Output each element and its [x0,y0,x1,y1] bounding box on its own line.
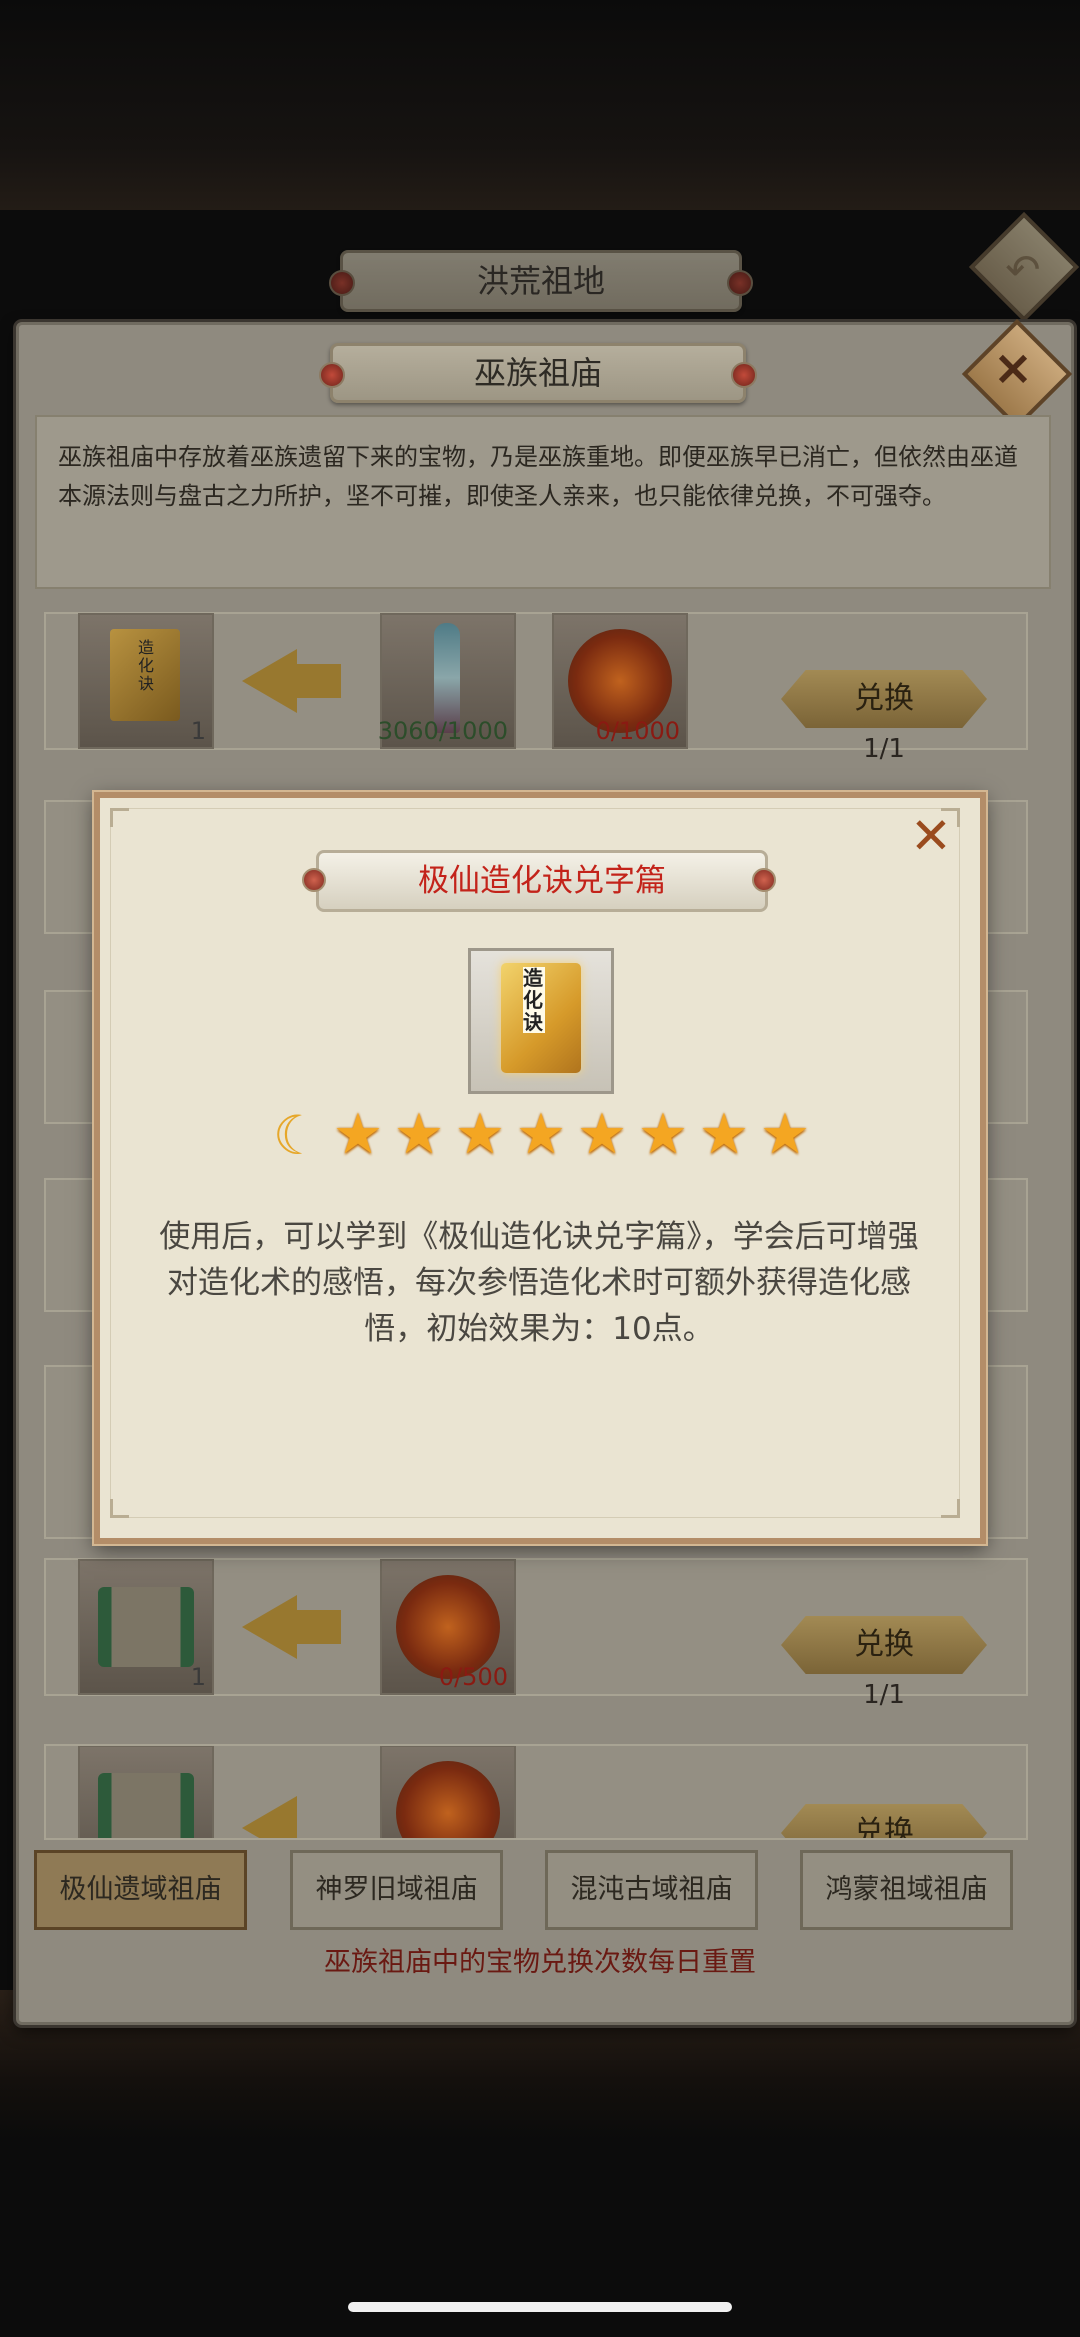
reward-slot[interactable] [78,1746,214,1838]
moon-icon: ☾ [272,1104,322,1167]
exchange-row: 造化诀 1 3060/1000 0/1000 兑换 1/1 [44,612,1028,764]
cost-slot[interactable]: 3060/1000 [377,613,516,749]
tab-jixian[interactable]: 极仙遗域祖庙 [34,1850,247,1930]
star-icon: ★ [759,1102,811,1167]
fire-emblem-icon [396,1761,500,1838]
footer-note: 巫族祖庙中的宝物兑换次数每日重置 [324,1947,756,1978]
star-icon: ★ [332,1102,384,1167]
home-indicator[interactable] [348,2302,732,2312]
item-icon-frame: 造化诀 [468,948,614,1094]
reward-slot[interactable]: 1 [78,1559,214,1695]
tab-hundun[interactable]: 混沌古域祖庙 [545,1850,758,1930]
outer-header-plaque: 洪荒祖地 [329,250,753,312]
scroll-icon [98,1773,194,1838]
book-label: 造化诀 [523,966,545,1034]
reward-qty: 1 [190,717,206,745]
cost-slot[interactable]: 0/1000 [552,613,688,749]
exchange-arrow-icon [242,1595,297,1659]
cost-qty: 0/1000 [595,717,680,745]
tab-shenluo[interactable]: 神罗旧域祖庙 [290,1850,503,1930]
star-icon: ★ [698,1102,750,1167]
star-icon: ★ [454,1102,506,1167]
star-icon: ★ [393,1102,445,1167]
exchange-button[interactable]: 兑换 [781,1804,987,1838]
outer-header-title: 洪荒祖地 [476,262,605,300]
panel-description: 巫族祖庙中存放着巫族遗留下来的宝物，乃是巫族重地。即便巫族早已消亡，但依然由巫道… [58,443,1018,510]
star-icon: ★ [515,1102,567,1167]
reward-slot[interactable]: 造化诀 1 [78,613,214,749]
exchange-count: 1/1 [863,734,905,764]
close-icon: × [992,340,1034,396]
exchange-arrow-icon [242,1796,297,1838]
background-scene-top [0,0,1080,210]
star-icon: ★ [576,1102,628,1167]
exchange-arrow-icon [242,649,297,713]
cost-qty: 3060/1000 [377,717,508,745]
item-rating: ☾ ★ ★ ★ ★ ★ ★ ★ ★ [268,1102,814,1167]
exchange-arrow-tail [296,1610,341,1644]
exchange-button[interactable]: 兑换 [781,670,987,728]
exchange-button[interactable]: 兑换 [781,1616,987,1674]
star-icon: ★ [637,1102,689,1167]
popup-close-button[interactable]: ✕ [906,808,956,864]
reward-qty: 1 [190,1663,206,1691]
popup-title: 极仙造化诀兑字篇 [418,863,666,899]
popup-description: 使用后，可以学到《极仙造化诀兑字篇》，学会后可增强对造化术的感悟，每次参悟造化术… [159,1219,919,1347]
panel-title-plaque: 巫族祖庙 [319,343,757,403]
exchange-count: 1/1 [863,1680,905,1710]
cost-qty: 0/500 [438,1663,508,1691]
tab-hongmeng[interactable]: 鸿蒙祖域祖庙 [800,1850,1013,1930]
exchange-row: 1 0/500 兑换 1/1 [44,1558,1028,1710]
cost-slot[interactable] [380,1746,516,1838]
exchange-row: 兑换 [44,1744,1028,1840]
book-icon: 造化诀 [110,629,180,721]
panel-title: 巫族祖庙 [473,354,602,392]
exchange-arrow-tail [296,664,341,698]
cost-slot[interactable]: 0/500 [380,1559,516,1695]
scroll-icon [98,1587,194,1667]
back-arrow-icon: ↶ [1005,245,1041,294]
